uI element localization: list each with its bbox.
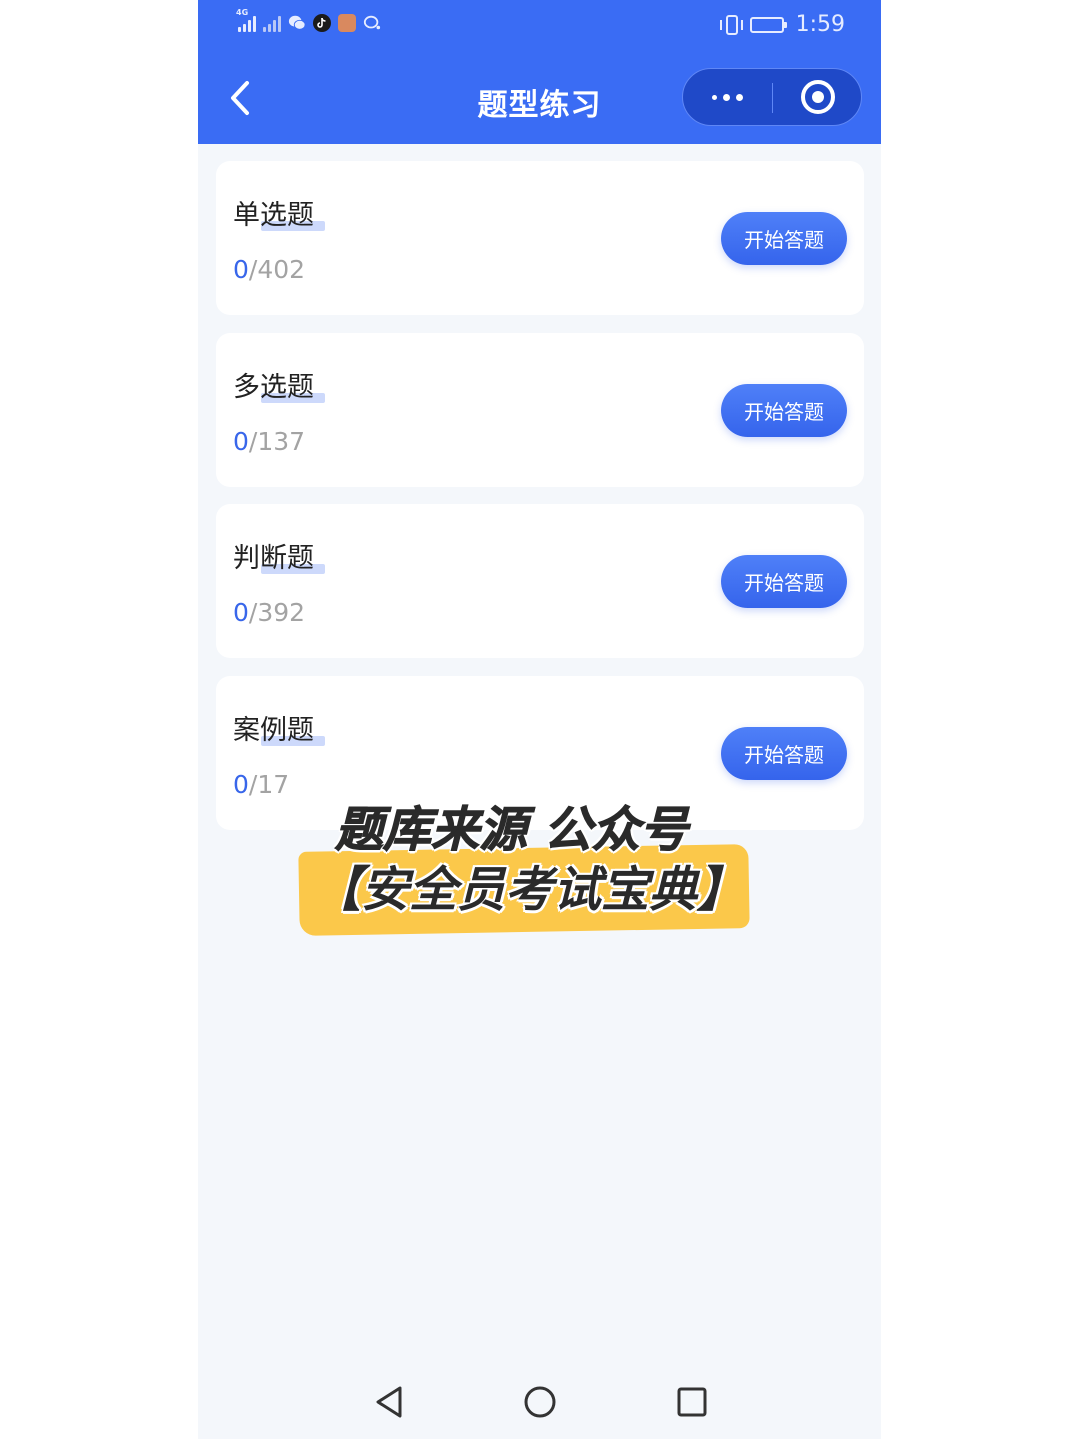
card-title: 多选题 [233, 372, 314, 403]
card-progress: 0/17 [233, 770, 289, 799]
vibrate-icon [719, 14, 743, 35]
header: 4G 1:59 题型练习 [198, 0, 881, 144]
progress-total: /402 [248, 255, 306, 284]
status-time: 1:59 [795, 12, 845, 37]
card-progress: 0/137 [233, 427, 305, 456]
phone-screen: 4G 1:59 题型练习 单选题 0/402 开始答题 多选题 0/137 开始… [198, 0, 881, 1439]
question-type-card-judge: 判断题 0/392 开始答题 [216, 504, 864, 658]
system-nav-bar [198, 1365, 881, 1439]
square-recents-icon [677, 1387, 707, 1417]
nav-recents-button[interactable] [667, 1377, 717, 1427]
network-type: 4G [236, 8, 249, 17]
nav-bar: 题型练习 [198, 52, 881, 144]
more-dots-icon [711, 93, 743, 101]
progress-done: 0 [233, 598, 249, 627]
circle-home-icon [524, 1386, 556, 1418]
status-right: 1:59 [719, 12, 845, 37]
caption-line-2: 【安全员考试宝典】 [313, 862, 746, 918]
start-answer-button[interactable]: 开始答题 [721, 727, 847, 780]
card-title: 判断题 [233, 543, 314, 574]
card-title: 案例题 [233, 715, 314, 746]
start-answer-button[interactable]: 开始答题 [721, 384, 847, 437]
overlay-caption: 题库来源 公众号 【安全员考试宝典】 [295, 790, 765, 950]
wechat-icon [288, 14, 306, 32]
card-progress: 0/402 [233, 255, 305, 284]
card-title: 单选题 [233, 200, 314, 231]
nav-back-button[interactable] [364, 1377, 414, 1427]
chat-icon [363, 14, 381, 32]
status-left: 4G [236, 8, 381, 32]
capsule-divider [772, 83, 773, 113]
progress-done: 0 [233, 255, 249, 284]
question-type-card-single: 单选题 0/402 开始答题 [216, 161, 864, 315]
question-type-card-multiple: 多选题 0/137 开始答题 [216, 333, 864, 487]
nav-home-button[interactable] [515, 1377, 565, 1427]
triangle-back-icon [376, 1386, 402, 1418]
card-progress: 0/392 [233, 598, 305, 627]
signal-no-sim-icon [263, 14, 281, 32]
app-icon [338, 14, 356, 32]
start-answer-button[interactable]: 开始答题 [721, 555, 847, 608]
progress-total: /17 [248, 770, 290, 799]
progress-total: /392 [248, 598, 306, 627]
more-button[interactable] [683, 69, 771, 125]
tiktok-icon [313, 14, 331, 32]
mini-program-capsule [682, 68, 862, 126]
progress-done: 0 [233, 427, 249, 456]
signal-icon: 4G [236, 8, 256, 32]
close-mini-program-button[interactable] [775, 69, 861, 125]
battery-icon [749, 16, 787, 33]
target-circle-icon [801, 80, 835, 114]
start-answer-button[interactable]: 开始答题 [721, 212, 847, 265]
progress-total: /137 [248, 427, 306, 456]
progress-done: 0 [233, 770, 249, 799]
status-bar: 4G 1:59 [198, 0, 881, 52]
